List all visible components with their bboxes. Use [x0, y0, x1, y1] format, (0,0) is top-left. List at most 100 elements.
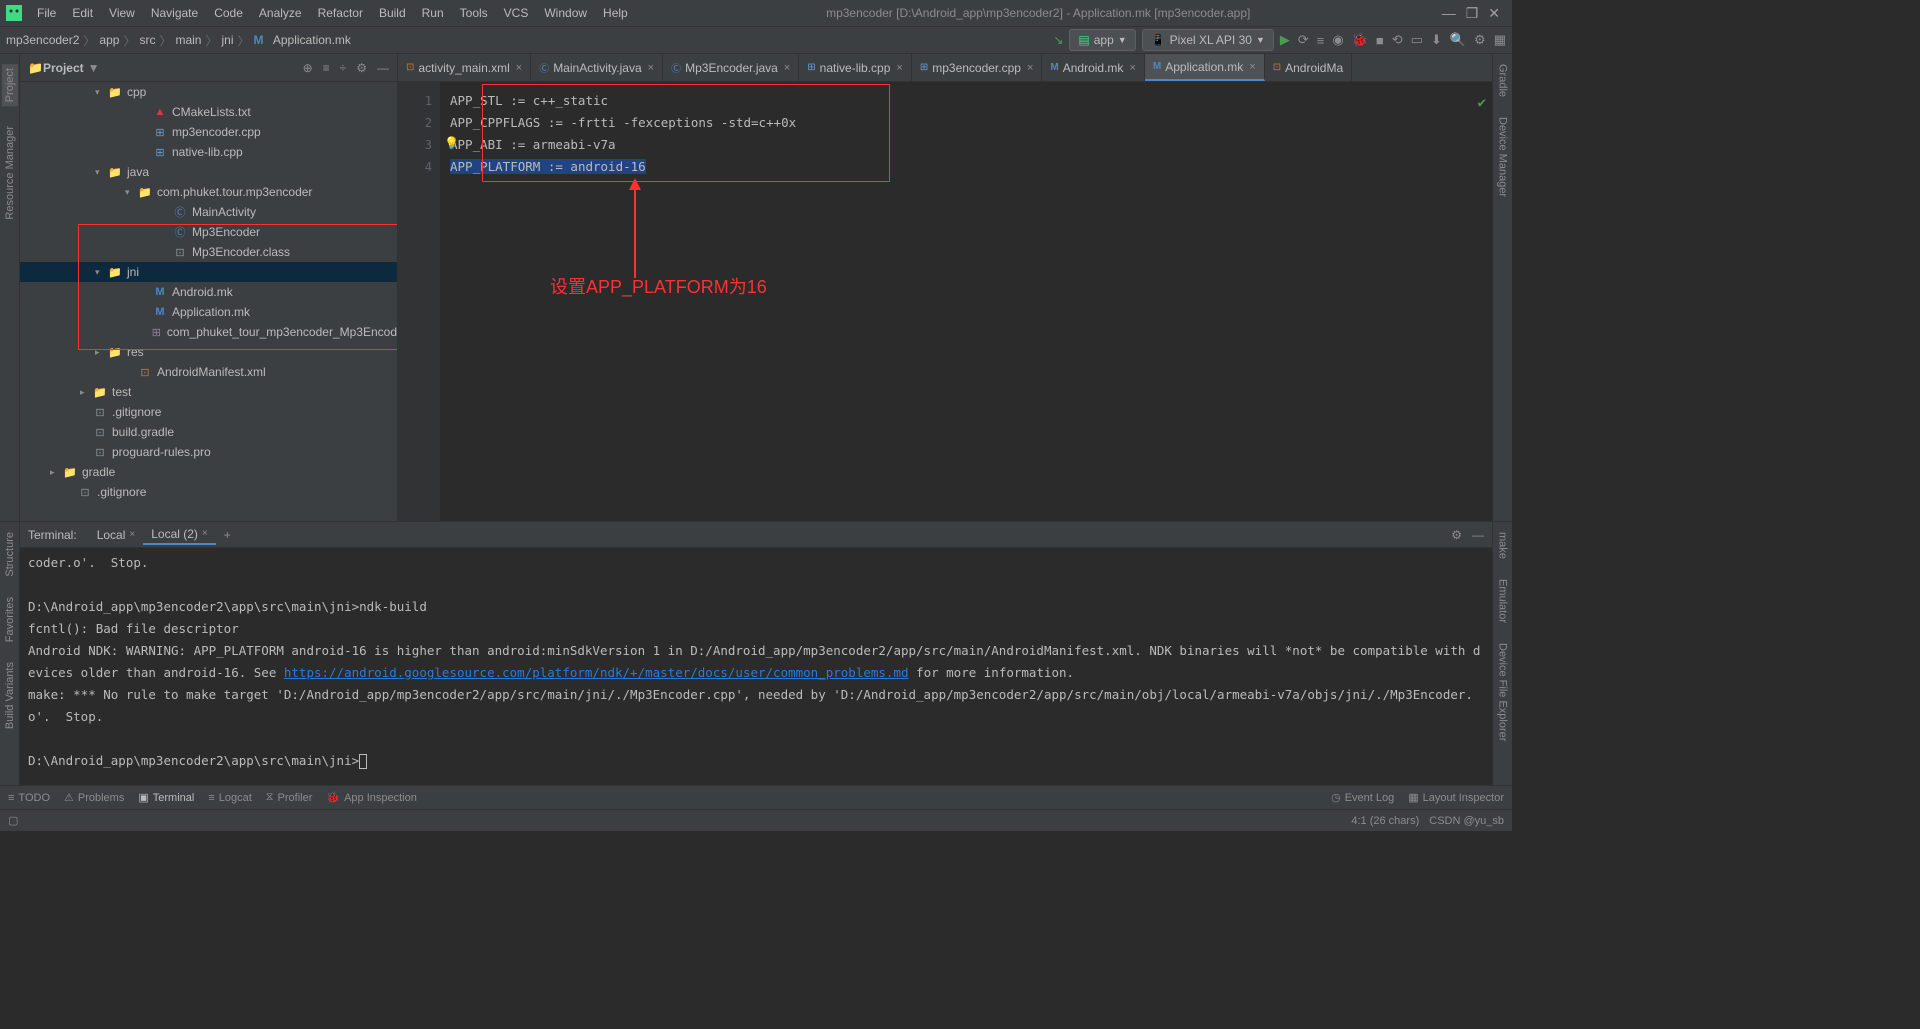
tab-android-mk[interactable]: MAndroid.mk× [1042, 54, 1144, 81]
menu-file[interactable]: File [30, 4, 63, 22]
menu-help[interactable]: Help [596, 4, 635, 22]
sidebar-gradle[interactable]: Gradle [1497, 64, 1509, 97]
tab-application-mk[interactable]: MApplication.mk× [1145, 54, 1265, 81]
settings-icon[interactable]: ⚙ [1474, 32, 1486, 48]
tree-folder-gradle[interactable]: ▸📁gradle [20, 462, 397, 482]
tree-file[interactable]: ⊞com_phuket_tour_mp3encoder_Mp3Encod [20, 322, 397, 342]
sdk-icon[interactable]: ⬇ [1431, 32, 1442, 48]
tab-mp3encoder-java[interactable]: ⒸMp3Encoder.java× [663, 54, 799, 81]
tree-file[interactable]: ⊡proguard-rules.pro [20, 442, 397, 462]
tab-android-manifest[interactable]: ⊡AndroidMa [1265, 54, 1352, 81]
run-icon[interactable]: ▶ [1280, 32, 1290, 48]
close-icon[interactable]: × [129, 529, 135, 540]
tree-file[interactable]: ▲CMakeLists.txt [20, 102, 397, 122]
gear-icon[interactable]: ⚙ [356, 61, 367, 75]
tab-mp3encoder-cpp[interactable]: ⊞mp3encoder.cpp× [912, 54, 1043, 81]
breadcrumb-item[interactable]: M Application.mk [254, 33, 351, 47]
tree-class[interactable]: ⒸMainActivity [20, 202, 397, 222]
menu-navigate[interactable]: Navigate [144, 4, 205, 22]
tool-app-inspection[interactable]: 🐞 App Inspection [326, 791, 416, 804]
sidebar-structure[interactable]: Structure [4, 532, 16, 577]
device-selector[interactable]: 📱Pixel XL API 30▼ [1142, 29, 1274, 51]
hide-icon[interactable]: — [377, 61, 389, 75]
coverage-icon[interactable]: ≡ [1317, 33, 1325, 48]
close-icon[interactable]: × [896, 62, 902, 74]
bulb-icon[interactable]: 💡 [444, 132, 459, 154]
project-structure-icon[interactable]: ▦ [1494, 32, 1506, 48]
chevron-down-icon[interactable]: ▼ [88, 61, 100, 75]
tree-folder-cpp[interactable]: ▾📁cpp [20, 82, 397, 102]
debug-icon[interactable]: ⟳ [1298, 32, 1309, 48]
close-icon[interactable]: × [1249, 61, 1255, 73]
menu-edit[interactable]: Edit [65, 4, 100, 22]
tree-folder-jni[interactable]: ▾📁jni [20, 262, 397, 282]
breadcrumb-item[interactable]: app [99, 33, 119, 47]
menu-tools[interactable]: Tools [453, 4, 495, 22]
tool-todo[interactable]: ≡ TODO [8, 792, 50, 804]
sidebar-favorites[interactable]: Favorites [4, 597, 16, 642]
attach-icon[interactable]: 🐞 [1352, 32, 1368, 48]
menu-build[interactable]: Build [372, 4, 413, 22]
breadcrumb-item[interactable]: mp3encoder2 [6, 33, 79, 47]
tree-folder-java[interactable]: ▾📁java [20, 162, 397, 182]
code-editor[interactable]: 1234 💡 APP_STL := c++_static APP_CPPFLAG… [398, 82, 1492, 521]
minimize-icon[interactable]: — [1442, 5, 1456, 22]
sidebar-device-manager[interactable]: Device Manager [1497, 117, 1509, 197]
breadcrumb-item[interactable]: src [139, 33, 155, 47]
build-hammer-icon[interactable]: ↘ [1053, 33, 1063, 47]
tool-profiler[interactable]: ⧖ Profiler [266, 791, 313, 804]
sync-icon[interactable]: ⟲ [1392, 32, 1403, 48]
project-panel-title[interactable]: Project [43, 61, 84, 75]
sidebar-device-file-explorer[interactable]: Device File Explorer [1497, 643, 1509, 741]
tool-logcat[interactable]: ≡ Logcat [208, 792, 251, 804]
tab-native-lib[interactable]: ⊞native-lib.cpp× [799, 54, 912, 81]
stop-icon[interactable]: ■ [1376, 33, 1384, 48]
add-terminal-icon[interactable]: + [224, 528, 231, 542]
close-icon[interactable]: × [784, 62, 790, 74]
gear-icon[interactable]: ⚙ [1451, 528, 1462, 542]
close-icon[interactable]: × [202, 528, 208, 539]
maximize-icon[interactable]: ❐ [1466, 5, 1479, 22]
terminal-link[interactable]: https://android.googlesource.com/platfor… [284, 665, 909, 680]
sidebar-resource-manager[interactable]: Resource Manager [4, 126, 16, 220]
tree-file[interactable]: ⊡.gitignore [20, 482, 397, 502]
tool-layout-inspector[interactable]: ▦ Layout Inspector [1408, 791, 1504, 804]
tree-file[interactable]: ⊡AndroidManifest.xml [20, 362, 397, 382]
close-icon[interactable]: × [516, 62, 522, 74]
tree-folder-test[interactable]: ▸📁test [20, 382, 397, 402]
tab-activity-main[interactable]: ⊡activity_main.xml× [398, 54, 531, 81]
search-icon[interactable]: 🔍 [1450, 32, 1466, 48]
terminal-tab-local2[interactable]: Local (2)× [143, 525, 216, 545]
profile-icon[interactable]: ◉ [1332, 32, 1343, 48]
menu-vcs[interactable]: VCS [497, 4, 536, 22]
tree-class[interactable]: ⊡Mp3Encoder.class [20, 242, 397, 262]
close-icon[interactable]: ✕ [1488, 5, 1500, 22]
tree-file[interactable]: ⊡.gitignore [20, 402, 397, 422]
sidebar-make[interactable]: make [1497, 532, 1509, 559]
close-icon[interactable]: × [1027, 62, 1033, 74]
tree-file[interactable]: ⊞mp3encoder.cpp [20, 122, 397, 142]
breadcrumb-item[interactable]: jni [222, 33, 234, 47]
terminal-output[interactable]: coder.o'. Stop. D:\Android_app\mp3encode… [20, 548, 1492, 785]
menu-run[interactable]: Run [415, 4, 451, 22]
tab-mainactivity[interactable]: ⒸMainActivity.java× [531, 54, 663, 81]
menu-refactor[interactable]: Refactor [311, 4, 370, 22]
check-icon[interactable]: ✔ [1478, 92, 1486, 114]
close-icon[interactable]: × [648, 62, 654, 74]
sidebar-build-variants[interactable]: Build Variants [4, 662, 16, 729]
menu-view[interactable]: View [102, 4, 142, 22]
tree-file[interactable]: MApplication.mk [20, 302, 397, 322]
hide-icon[interactable]: — [1472, 528, 1484, 542]
breadcrumb-item[interactable]: main [175, 33, 201, 47]
tree-class[interactable]: ⒸMp3Encoder [20, 222, 397, 242]
menu-analyze[interactable]: Analyze [252, 4, 309, 22]
tree-folder-res[interactable]: ▸📁res [20, 342, 397, 362]
expand-icon[interactable]: ≡ [323, 61, 330, 75]
terminal-tab-local[interactable]: Local× [89, 526, 144, 544]
locate-icon[interactable]: ⊕ [303, 61, 313, 75]
menu-window[interactable]: Window [537, 4, 594, 22]
sidebar-project[interactable]: Project [2, 64, 18, 106]
tool-event-log[interactable]: ◷ Event Log [1331, 791, 1394, 804]
tree-file[interactable]: MAndroid.mk [20, 282, 397, 302]
tree-file[interactable]: ⊞native-lib.cpp [20, 142, 397, 162]
